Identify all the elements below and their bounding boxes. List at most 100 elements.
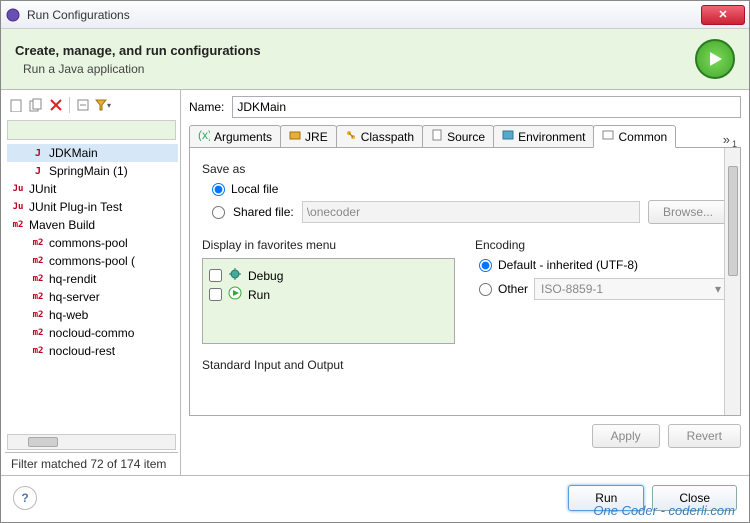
tab-jre[interactable]: JRE (280, 125, 337, 147)
tree-item-label: Maven Build (29, 218, 95, 232)
fav-run-check[interactable] (209, 288, 222, 301)
icon-j-icon: J (31, 164, 45, 178)
filter-input[interactable] (7, 120, 176, 140)
tree-item[interactable]: m2commons-pool ( (7, 252, 178, 270)
app-icon (5, 7, 21, 23)
run-banner-icon (695, 39, 735, 79)
tree-item-label: commons-pool (49, 236, 128, 250)
jre-tab-icon (289, 129, 301, 144)
banner-subtitle: Run a Java application (23, 62, 695, 76)
favorites-box: Debug Run (202, 258, 455, 344)
tree-item-label: JDKMain (49, 146, 98, 160)
tree-item-label: nocloud-rest (49, 344, 115, 358)
icon-j-icon: J (31, 146, 45, 160)
tree-item[interactable]: m2hq-rendit (7, 270, 178, 288)
filter-button[interactable]: ▾ (94, 96, 112, 114)
enc-default-label: Default - inherited (UTF-8) (498, 258, 638, 272)
window-title: Run Configurations (27, 8, 701, 22)
enc-other-combo: ISO-8859-1 ▾ (534, 278, 728, 300)
tree-item[interactable]: m2 Maven Build (7, 216, 178, 234)
revert-button[interactable]: Revert (668, 424, 741, 448)
icon-ju-icon: Ju (11, 182, 25, 196)
new-config-button[interactable] (7, 96, 25, 114)
tab-scroll-right-icon[interactable]: » (723, 132, 730, 147)
icon-ju-icon: Ju (11, 200, 25, 214)
config-tree[interactable]: J JDKMain J SpringMain (1) Ju JUnit Ju JUnit Pl… (5, 144, 178, 432)
fav-debug-label: Debug (248, 269, 283, 283)
name-input[interactable] (232, 96, 741, 118)
tab-label: Arguments (214, 130, 272, 144)
shared-file-label: Shared file: (233, 205, 294, 219)
tree-item-label: hq-rendit (49, 272, 96, 286)
tab-common[interactable]: Common (593, 125, 676, 148)
tree-item-label: hq-server (49, 290, 100, 304)
enc-default-radio[interactable] (479, 259, 492, 272)
tab-label: JRE (305, 130, 328, 144)
tree-item[interactable]: J JDKMain (7, 144, 178, 162)
tabs: (x)= Arguments JRE Classpath Source Environme… (189, 124, 741, 148)
encoding-label: Encoding (475, 238, 728, 252)
content-v-scrollbar[interactable] (724, 148, 740, 415)
enc-other-radio[interactable] (479, 283, 492, 296)
filter-status: Filter matched 72 of 174 item (5, 452, 178, 475)
enc-other-label: Other (498, 282, 528, 296)
stdio-label: Standard Input and Output (202, 358, 728, 372)
common-tab-icon (602, 129, 614, 144)
tree-item[interactable]: m2 commons-pool (7, 234, 178, 252)
tree-item-label: nocloud-commo (49, 326, 134, 340)
tab-common-content: Save as Local file Shared file: Browse..… (189, 148, 741, 416)
banner-title: Create, manage, and run configurations (15, 43, 695, 58)
svg-text:(x)=: (x)= (198, 129, 210, 141)
shared-file-radio[interactable] (212, 206, 225, 219)
fav-run-label: Run (248, 288, 270, 302)
tree-item[interactable]: m2 nocloud-commo (7, 324, 178, 342)
tab-classpath[interactable]: Classpath (336, 125, 423, 147)
help-button[interactable]: ? (13, 486, 37, 510)
left-toolbar: ▾ (5, 94, 178, 118)
chevron-down-icon: ▾ (715, 282, 721, 296)
tree-h-scrollbar[interactable] (7, 434, 176, 450)
local-file-label: Local file (231, 182, 278, 196)
tree-item[interactable]: Ju JUnit Plug-in Test (7, 198, 178, 216)
left-pane: ▾ J JDKMain J SpringMain (1) Ju JUnit Ju JUnit … (1, 90, 181, 475)
source-tab-icon (431, 129, 443, 144)
banner: Create, manage, and run configurations R… (1, 29, 749, 90)
close-window-button[interactable]: ✕ (701, 5, 745, 25)
tree-item-label: SpringMain (1) (49, 164, 128, 178)
collapse-all-button[interactable] (74, 96, 92, 114)
tab-arguments[interactable]: (x)= Arguments (189, 125, 281, 147)
save-as-label: Save as (202, 162, 728, 176)
icon-m2-icon: m2 (11, 218, 25, 232)
icon-m2-icon: m2 (31, 308, 45, 322)
browse-button: Browse... (648, 200, 728, 224)
icon-m2-icon: m2 (31, 236, 45, 250)
fav-debug-check[interactable] (209, 269, 222, 282)
favorites-label: Display in favorites menu (202, 238, 455, 252)
apply-button[interactable]: Apply (592, 424, 660, 448)
tree-item-label: JUnit (29, 182, 56, 196)
tab-label: Source (447, 130, 485, 144)
run-icon (228, 286, 242, 303)
duplicate-config-button[interactable] (27, 96, 45, 114)
tab-environment[interactable]: Environment (493, 125, 594, 147)
icon-m2-icon: m2 (31, 344, 45, 358)
watermark: One Coder - coderli.com (593, 503, 735, 518)
icon-m2-icon: m2 (31, 290, 45, 304)
tab-label: Environment (518, 130, 585, 144)
tree-item[interactable]: Ju JUnit (7, 180, 178, 198)
right-pane: Name: (x)=ArgumentsJREClasspathSourceEnv… (181, 90, 749, 475)
local-file-radio[interactable] (212, 183, 225, 196)
debug-icon (228, 267, 242, 284)
shared-file-input (302, 201, 640, 223)
tree-item[interactable]: m2hq-web (7, 306, 178, 324)
classpath-tab-icon (345, 129, 357, 144)
tab-label: Classpath (361, 130, 414, 144)
icon-m2-icon: m2 (31, 254, 45, 268)
tree-item-label: JUnit Plug-in Test (29, 200, 122, 214)
tree-item[interactable]: m2 hq-server (7, 288, 178, 306)
icon-m2-icon: m2 (31, 326, 45, 340)
tree-item[interactable]: m2 nocloud-rest (7, 342, 178, 360)
delete-config-button[interactable] (47, 96, 65, 114)
tree-item[interactable]: J SpringMain (1) (7, 162, 178, 180)
tab-source[interactable]: Source (422, 125, 494, 147)
